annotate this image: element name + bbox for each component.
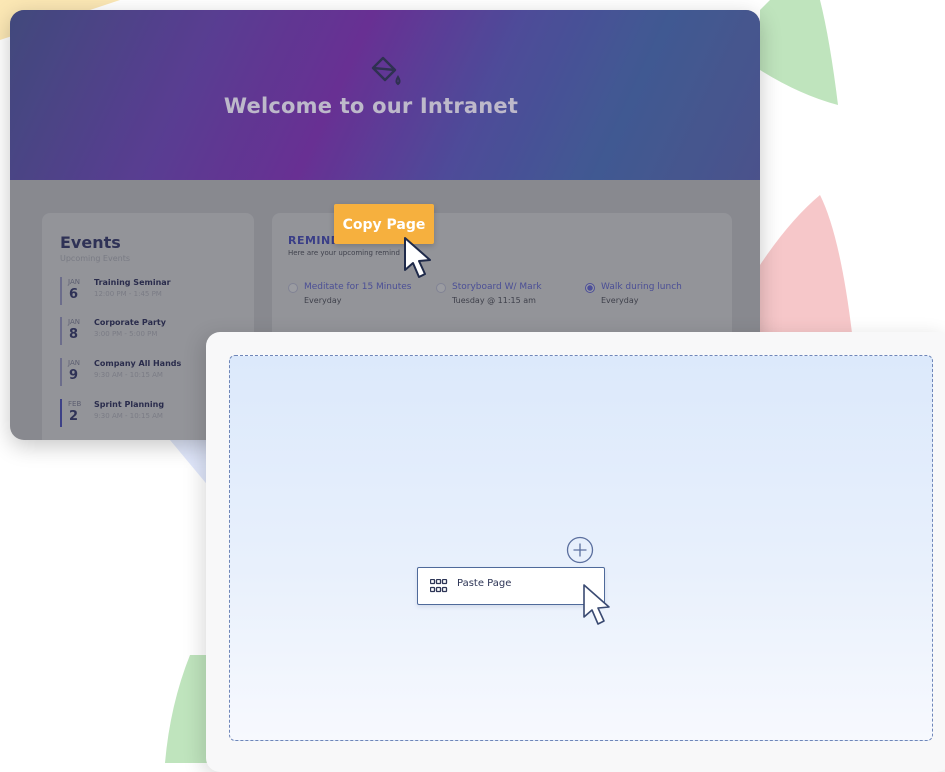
- paste-page-button[interactable]: Paste Page: [417, 567, 605, 605]
- cursor-pointer-icon: [583, 584, 610, 625]
- event-month: JAN: [68, 359, 80, 367]
- paint-bucket-icon: [371, 56, 401, 86]
- plus-circle-icon[interactable]: [566, 536, 594, 564]
- green-blob-shape: [760, 0, 838, 105]
- event-name: Corporate Party: [94, 318, 166, 327]
- event-time: 12:00 PM - 1:45 PM: [94, 290, 162, 298]
- reminders-subtitle: Here are your upcoming remind: [288, 249, 400, 257]
- event-item[interactable]: JAN 6 Training Seminar 12:00 PM - 1:45 P…: [60, 277, 250, 307]
- reminder-name: Meditate for 15 Minutes: [304, 282, 412, 292]
- grid-icon: [430, 579, 448, 593]
- reminder-radio[interactable]: [436, 283, 446, 293]
- event-name: Sprint Planning: [94, 400, 165, 409]
- event-marker: [60, 317, 62, 345]
- hero-title: Welcome to our Intranet: [223, 94, 519, 118]
- reminder-radio-checked[interactable]: [585, 283, 595, 293]
- event-time: 9:30 AM - 10:15 AM: [94, 412, 163, 420]
- reminder-when: Everyday: [304, 296, 342, 305]
- reminder-name: Storyboard W/ Mark: [452, 282, 542, 292]
- reminder-when: Tuesday @ 11:15 am: [452, 296, 536, 305]
- green-blob-bottom-shape: [165, 655, 210, 763]
- event-day: 8: [69, 327, 79, 342]
- reminder-name: Walk during lunch: [601, 282, 682, 292]
- event-time: 3:00 PM - 5:00 PM: [94, 330, 158, 338]
- event-name: Company All Hands: [94, 359, 182, 368]
- event-day: 6: [69, 287, 79, 302]
- event-time: 9:30 AM - 10:15 AM: [94, 371, 163, 379]
- reminder-when: Everyday: [601, 296, 639, 305]
- hero-banner: Welcome to our Intranet: [10, 10, 760, 180]
- red-blob-shape: [760, 195, 852, 333]
- event-month: JAN: [68, 278, 80, 286]
- reminders-title: REMIND: [288, 234, 341, 247]
- paste-page-label: Paste Page: [457, 578, 512, 589]
- events-title: Events: [60, 233, 121, 252]
- cursor-pointer-icon: [404, 237, 431, 278]
- event-marker: [60, 399, 62, 427]
- event-day: 9: [69, 368, 79, 383]
- event-marker: [60, 277, 62, 305]
- event-month: JAN: [68, 318, 80, 326]
- event-month: FEB: [68, 400, 82, 408]
- event-day: 2: [69, 409, 79, 424]
- event-marker: [60, 358, 62, 386]
- reminder-radio[interactable]: [288, 283, 298, 293]
- events-subtitle: Upcoming Events: [60, 254, 131, 263]
- event-name: Training Seminar: [94, 278, 171, 287]
